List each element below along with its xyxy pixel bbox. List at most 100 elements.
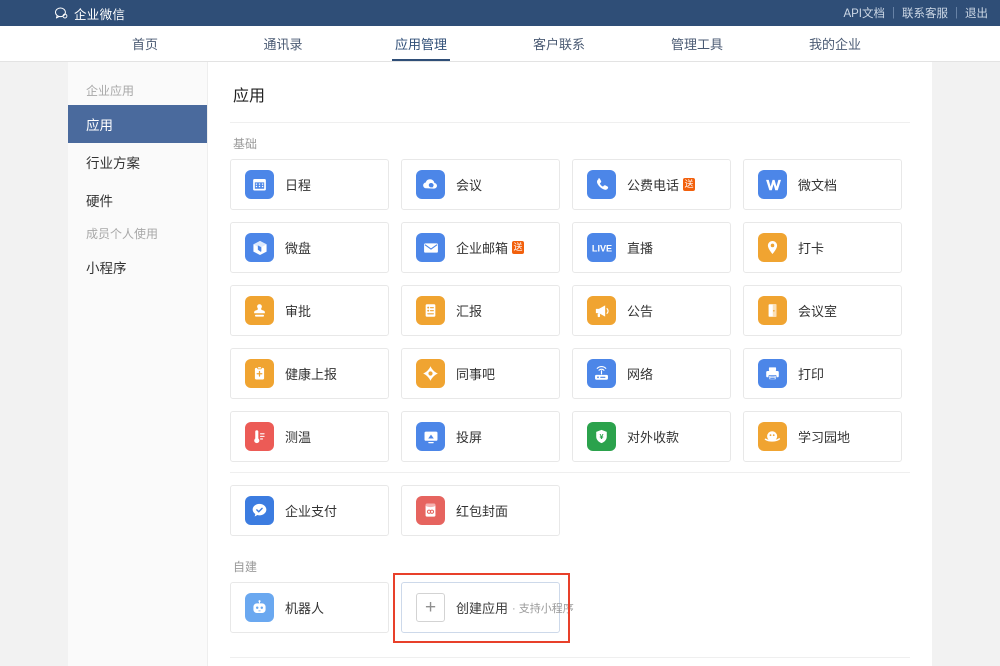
nav-item-contacts[interactable]: 通讯录 [214,26,352,61]
app-card-screen-cast[interactable]: 投屏 [401,411,560,462]
app-card-label: 打卡 [798,241,825,256]
app-card-live[interactable]: LIVE 直播 [572,222,731,273]
app-card-report[interactable]: 汇报 [401,285,560,336]
app-card-label: 审批 [285,304,312,319]
content-panel: 应用 基础 日程 会议 公费电话 送 微文档 微盘 企业邮箱 送 LIVE 直播… [208,62,932,666]
app-card-robot[interactable]: 机器人 [230,582,389,633]
app-card-free-call[interactable]: 公费电话 送 [572,159,731,210]
brand-name: 企业微信 [74,7,126,22]
topbar-separator-2: | [955,7,958,19]
nav-item-customer-contact[interactable]: 客户联系 [490,26,628,61]
page-body: 企业应用 应用 行业方案 硬件 成员个人使用 小程序 应用 基础 日程 会议 公… [0,62,1000,666]
create-app-button[interactable]: + 创建应用 · 支持小程序 [401,582,574,633]
nav-label: 通讯录 [263,37,303,52]
app-card-label: 微文档 [798,178,838,193]
sidebar-item-industry-solutions[interactable]: 行业方案 [68,143,207,181]
status-badge: 送 [683,178,696,191]
app-card-label: 红包封面 [456,504,509,519]
app-card-red-packet-cover[interactable]: 红包封面 [401,485,560,536]
app-card-label: 投屏 [456,430,483,445]
app-card-label: 会议 [456,178,483,193]
app-card-label: 会议室 [798,304,838,319]
page-title: 应用 [230,62,910,123]
contact-support-link[interactable]: 联系客服 [902,5,948,21]
study-planet-icon [758,422,787,451]
app-card-network[interactable]: 网络 [572,348,731,399]
main-nav: 首页 通讯录 应用管理 客户联系 管理工具 我的企业 [0,26,1000,62]
app-card-health-report[interactable]: 健康上报 [230,348,389,399]
app-card-label: 企业支付 [285,504,338,519]
api-doc-link[interactable]: API文档 [843,5,885,21]
app-card-label: 测温 [285,430,312,445]
app-card-study-garden[interactable]: 学习园地 [743,411,902,462]
screen-cast-icon [416,422,445,451]
app-card-meeting-room[interactable]: 会议室 [743,285,902,336]
app-card-label: 汇报 [456,304,483,319]
app-card-label: 健康上报 [285,367,338,382]
drive-box-icon [245,233,274,262]
megaphone-icon [587,296,616,325]
app-card-approval[interactable]: 审批 [230,285,389,336]
sidebar-item-label: 行业方案 [86,156,140,171]
sidebar-item-miniprogram[interactable]: 小程序 [68,248,207,286]
app-card-label: 公告 [627,304,654,319]
app-card-label: 企业邮箱 送 [456,241,525,256]
app-grid-custom: 机器人 + 创建应用 · 支持小程序 [230,573,910,643]
app-card-enterprise-mail[interactable]: 企业邮箱 送 [401,222,560,273]
nav-item-admin-tools[interactable]: 管理工具 [628,26,766,61]
meeting-cloud-icon [416,170,445,199]
sidebar-item-apps[interactable]: 应用 [68,105,207,143]
nav-label: 应用管理 [394,37,447,52]
thermometer-icon [245,422,274,451]
nav-label: 我的企业 [808,37,861,52]
app-card-calendar[interactable]: 日程 [230,159,389,210]
wedoc-w-icon [758,170,787,199]
app-card-checkin[interactable]: 打卡 [743,222,902,273]
app-card-announcement[interactable]: 公告 [572,285,731,336]
sidebar-item-label: 硬件 [86,194,113,209]
status-badge: 送 [512,241,525,254]
create-app-highlight-wrap: + 创建应用 · 支持小程序 [393,573,574,643]
app-card-enterprise-pay[interactable]: 企业支付 [230,485,389,536]
svg-text:LIVE: LIVE [591,243,611,253]
calendar-icon [245,170,274,199]
phone-icon [587,170,616,199]
location-pin-icon [758,233,787,262]
door-icon [758,296,787,325]
app-card-wedoc[interactable]: 微文档 [743,159,902,210]
nav-label: 客户联系 [532,37,585,52]
app-card-label: 打印 [798,367,825,382]
topbar-links: API文档 | 联系客服 | 退出 [843,5,988,21]
app-card-label: 机器人 [285,601,325,616]
nav-item-home[interactable]: 首页 [76,26,214,61]
nav-item-my-enterprise[interactable]: 我的企业 [766,26,904,61]
bottom-divider [230,657,910,658]
plus-icon: + [416,593,445,622]
svg-text:¥: ¥ [599,432,603,441]
sidebar-group-enterprise-apps: 企业应用 [86,84,135,98]
app-card-print[interactable]: 打印 [743,348,902,399]
app-card-label: 对外收款 [627,430,680,445]
app-card-external-payment[interactable]: ¥ 对外收款 [572,411,731,462]
app-card-label: 同事吧 [456,367,496,382]
sidebar-item-hardware[interactable]: 硬件 [68,181,207,219]
app-card-temperature[interactable]: 测温 [230,411,389,462]
app-card-drive[interactable]: 微盘 [230,222,389,273]
pay-check-bubble-icon [245,496,274,525]
app-card-meeting[interactable]: 会议 [401,159,560,210]
app-card-label: 公费电话 送 [627,178,696,193]
section-divider [230,472,910,473]
clipboard-plus-icon [245,359,274,388]
top-bar: 企业微信 API文档 | 联系客服 | 退出 [0,0,1000,26]
logout-link[interactable]: 退出 [965,5,988,21]
app-grid-basic: 日程 会议 公费电话 送 微文档 微盘 企业邮箱 送 LIVE 直播 打卡 审批… [230,159,910,462]
sidebar-item-label: 应用 [86,118,113,133]
live-text-icon: LIVE [587,233,616,262]
create-app-label: 创建应用 · 支持小程序 [456,601,574,616]
app-card-colleague-bar[interactable]: 同事吧 [401,348,560,399]
nav-label: 首页 [131,37,158,52]
nav-item-app-management[interactable]: 应用管理 [352,26,490,61]
diamond-icon [416,359,445,388]
brand[interactable]: 企业微信 [54,4,125,23]
app-card-label: 直播 [627,241,654,256]
